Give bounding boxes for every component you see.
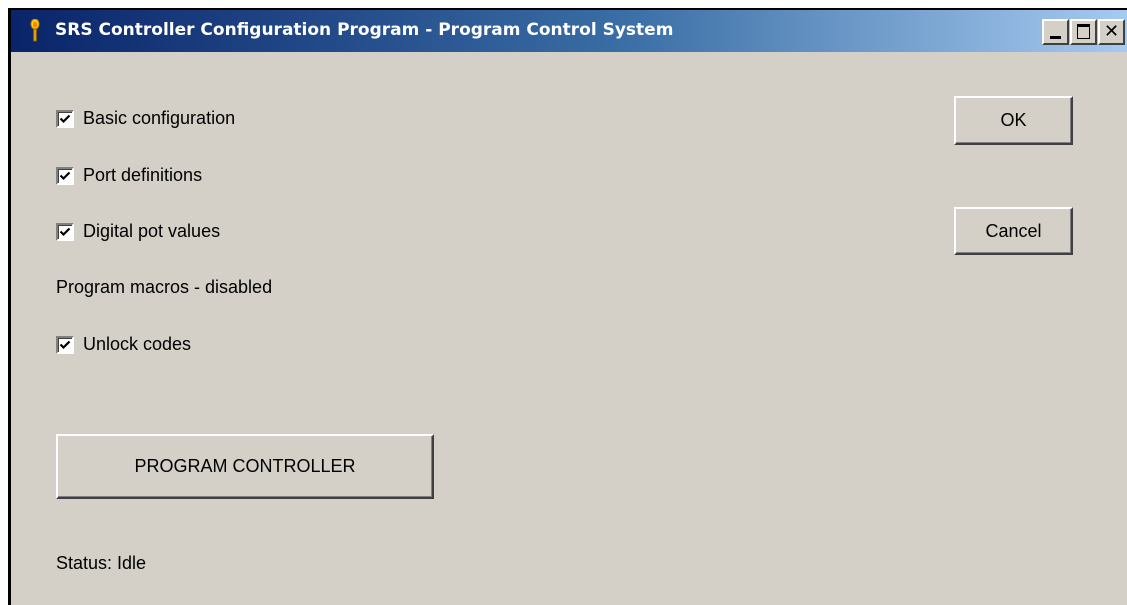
port-definitions-checkbox[interactable] [56,166,74,185]
unlock-codes-label: Unlock codes [83,334,192,354]
digital-pot-values-option[interactable]: Digital pot values [56,221,220,242]
ok-button[interactable]: OK [954,96,1073,145]
program-macros-label: Program macros - disabled [56,277,273,297]
checkmark-icon [59,340,71,349]
basic-configuration-label: Basic configuration [83,108,236,128]
basic-configuration-option[interactable]: Basic configuration [56,108,235,129]
port-definitions-label: Port definitions [83,165,203,185]
checkmark-icon [59,171,71,180]
program-controller-button[interactable]: PROGRAM CONTROLLER [56,434,434,499]
torch-icon [30,19,40,42]
window-title: SRS Controller Configuration Program - P… [55,20,674,40]
program-control-window: SRS Controller Configuration Program - P… [8,8,1127,605]
digital-pot-values-label: Digital pot values [83,221,221,241]
cancel-button[interactable]: Cancel [954,207,1073,255]
close-icon: ✕ [1103,21,1120,42]
maximize-button[interactable] [1070,19,1097,45]
unlock-codes-option[interactable]: Unlock codes [56,334,191,355]
unlock-codes-checkbox[interactable] [56,335,74,354]
minimize-icon [1044,21,1067,43]
status-text: Status: Idle [56,553,147,573]
digital-pot-values-checkbox[interactable] [56,222,74,241]
checkmark-icon [59,114,71,123]
checkmark-icon [59,227,71,236]
caption-buttons: ✕ [1042,19,1125,45]
minimize-button[interactable] [1042,19,1069,45]
maximize-icon [1072,21,1095,43]
port-definitions-option[interactable]: Port definitions [56,165,202,186]
basic-configuration-checkbox[interactable] [56,109,74,128]
close-button[interactable]: ✕ [1098,19,1125,45]
title-bar[interactable]: SRS Controller Configuration Program - P… [11,10,1127,52]
